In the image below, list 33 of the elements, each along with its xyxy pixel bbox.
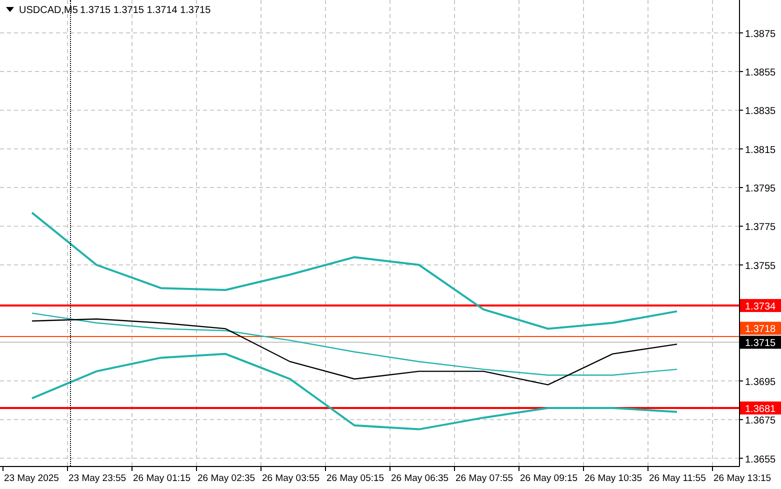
time-label: 26 May 10:35 xyxy=(584,473,642,484)
price-label: 1.3675 xyxy=(745,416,776,427)
price-label: 1.3795 xyxy=(745,184,776,195)
ref-line-label: 1.3734 xyxy=(745,302,776,313)
ref-line-label: 1.3681 xyxy=(745,404,776,415)
time-label: 26 May 03:55 xyxy=(262,473,320,484)
time-label: 23 May 23:55 xyxy=(68,473,126,484)
time-label: 26 May 05:15 xyxy=(326,473,384,484)
symbol-label: USDCAD,M5 xyxy=(19,5,78,16)
dropdown-icon[interactable] xyxy=(6,7,14,12)
time-label: 26 May 13:15 xyxy=(714,473,772,484)
price-label: 1.3875 xyxy=(745,28,776,40)
price-tag: 1.3681 xyxy=(740,402,781,415)
time-label: 26 May 01:15 xyxy=(133,473,191,484)
quote-values: 1.3715 1.3715 1.3714 1.3715 xyxy=(80,5,211,16)
price-tag: 1.3715 xyxy=(740,336,781,350)
time-label: 23 May 2025 xyxy=(4,473,59,484)
time-label: 26 May 06:35 xyxy=(391,473,449,484)
time-label: 26 May 11:55 xyxy=(649,473,706,484)
price-label: 1.3815 xyxy=(745,144,776,156)
time-label: 26 May 07:55 xyxy=(456,473,514,484)
price-label: 1.3695 xyxy=(745,376,776,388)
ref-line-label: 1.3715 xyxy=(745,338,776,350)
ref-line-label: 1.3718 xyxy=(745,324,776,336)
time-label: 26 May 02:35 xyxy=(198,473,256,484)
price-tag: 1.3718 xyxy=(740,322,781,336)
price-label: 1.3855 xyxy=(745,68,776,79)
price-label: 1.3755 xyxy=(745,260,776,272)
price-label: 1.3835 xyxy=(745,106,776,118)
price-tag: 1.3734 xyxy=(740,299,781,312)
time-label: 26 May 09:15 xyxy=(520,473,578,484)
price-label: 1.3775 xyxy=(745,222,776,234)
price-label: 1.3655 xyxy=(745,454,776,466)
